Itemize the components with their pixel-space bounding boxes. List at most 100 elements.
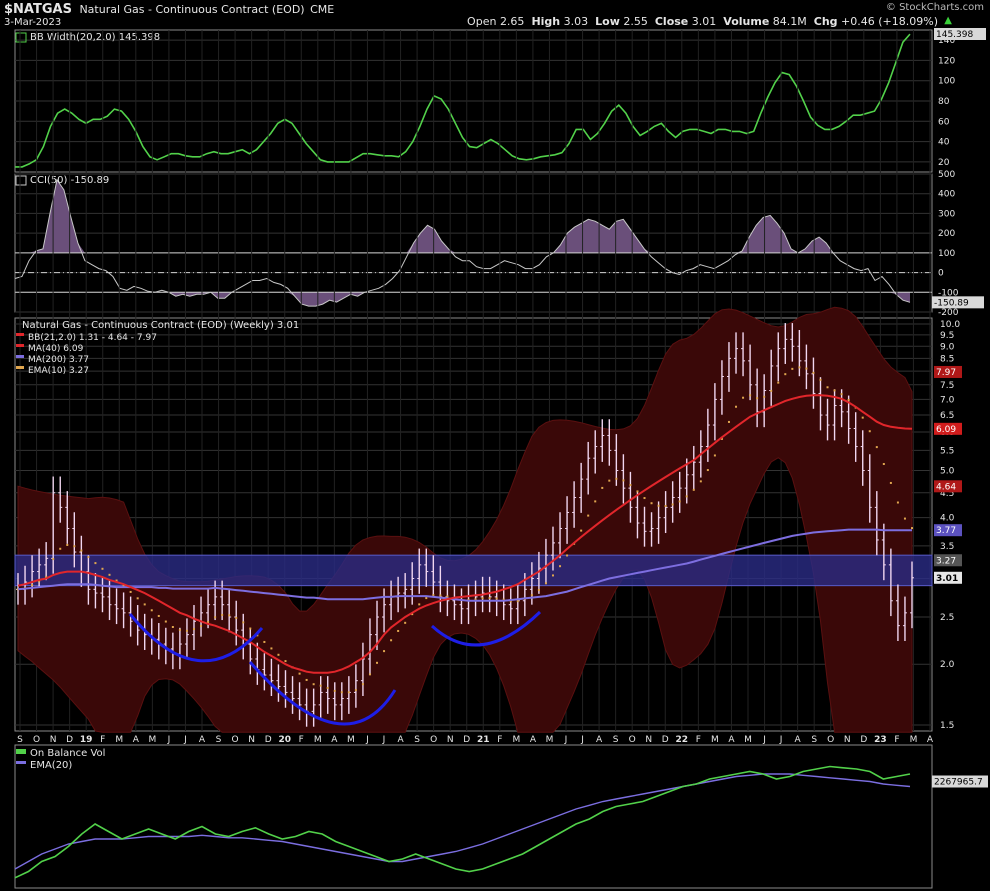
ema10-point <box>404 621 407 624</box>
cci-tick-label: 300 <box>938 209 955 219</box>
ema10-point <box>221 613 224 616</box>
ema10-point <box>383 650 386 653</box>
x-tick-label: M <box>148 735 156 745</box>
ema10-point <box>756 397 759 400</box>
ema10-point <box>333 689 336 692</box>
ema10-point <box>798 366 801 369</box>
x-tick-label: M <box>512 735 520 745</box>
x-tick-label: 21 <box>477 735 490 745</box>
price-legend-label: MA(40) 6.09 <box>28 344 84 354</box>
ema10-point <box>376 661 379 664</box>
ema10-point <box>742 396 745 399</box>
ema10-point <box>164 620 167 623</box>
ema10-point <box>594 500 597 503</box>
price-legend-label: BB(21,2.0) 1.31 - 4.64 - 7.97 <box>28 333 157 343</box>
ema10-point <box>749 394 752 397</box>
price-value-label: 3.77 <box>936 526 956 536</box>
ema10-point <box>840 393 843 396</box>
ema10-point <box>882 463 885 466</box>
ema10-point <box>868 430 871 433</box>
x-tick-label: N <box>645 735 652 745</box>
x-tick-label: D <box>463 735 470 745</box>
ema10-point <box>397 629 400 632</box>
ema10-point <box>305 678 308 681</box>
ema10-point <box>650 502 653 505</box>
price-tick-label: 2.0 <box>940 660 955 670</box>
bbwidth-legend-swatch <box>15 32 27 43</box>
price-value-label: 3.01 <box>936 574 958 584</box>
x-tick-label: N <box>844 735 851 745</box>
price-legend-swatch <box>16 355 24 358</box>
ema10-point <box>418 603 421 606</box>
x-tick-label: D <box>662 735 669 745</box>
ema10-point <box>559 565 562 568</box>
x-tick-label: 23 <box>874 735 887 745</box>
bbwidth-title: BB Width(20,2.0) 145.398 <box>30 32 160 43</box>
ema10-point <box>228 614 231 617</box>
ema10-point <box>713 454 716 457</box>
obv-ema-legend-label: EMA(20) <box>30 760 72 771</box>
ema10-point <box>544 582 547 585</box>
ema10-point <box>587 514 590 517</box>
x-tick-label: M <box>744 735 752 745</box>
ema10-point <box>678 500 681 503</box>
ema10-point <box>622 479 625 482</box>
x-tick-label: O <box>629 735 636 745</box>
x-tick-label: F <box>894 735 899 745</box>
price-tick-label: 10.0 <box>940 320 960 330</box>
ema10-point <box>326 686 329 689</box>
ema10-point <box>911 527 913 530</box>
ema10-point <box>530 594 533 597</box>
x-tick-label: M <box>115 735 123 745</box>
ema10-point <box>763 395 766 398</box>
bbwidth-tick-label: 80 <box>938 97 950 107</box>
ema10-point <box>770 389 773 392</box>
ema10-point <box>664 505 667 508</box>
price-tick-label: 5.5 <box>940 446 954 456</box>
bbwidth-tick-label: 120 <box>938 56 955 66</box>
obv-value-label: 2267965.7 <box>934 778 983 788</box>
price-legend-swatch <box>16 344 24 347</box>
ema10-point <box>340 691 343 694</box>
ema10-point <box>657 504 660 507</box>
ema10-point <box>812 371 815 374</box>
price-tick-label: 9.0 <box>940 342 955 352</box>
x-tick-label: A <box>199 735 206 745</box>
ema10-point <box>516 600 519 603</box>
ema10-point <box>270 647 273 650</box>
x-tick-label: A <box>795 735 802 745</box>
ema10-point <box>136 597 139 600</box>
x-tick-label: N <box>447 735 454 745</box>
price-value-label: 6.09 <box>936 425 956 435</box>
ema10-point <box>354 689 357 692</box>
x-tick-label: 20 <box>278 735 291 745</box>
price-tick-label: 3.5 <box>940 542 954 552</box>
x-tick-label: N <box>248 735 255 745</box>
ema10-point <box>214 616 217 619</box>
ema10-point <box>861 416 864 419</box>
x-tick-label: A <box>927 735 934 745</box>
support-resistance-band <box>14 554 933 587</box>
price-tick-label: 8.5 <box>940 354 954 364</box>
ema10-point <box>143 603 146 606</box>
price-legend-label: EMA(10) 3.27 <box>28 366 89 376</box>
ema10-point <box>80 549 83 552</box>
ema10-point <box>235 616 238 619</box>
ema10-point <box>685 495 688 498</box>
ema10-point <box>580 529 583 532</box>
x-tick-label: F <box>100 735 105 745</box>
x-tick-label: J <box>762 735 766 745</box>
ema10-point <box>833 389 836 392</box>
x-tick-label: A <box>596 735 603 745</box>
ema10-point <box>101 567 104 570</box>
price-tick-label: 7.5 <box>940 381 954 391</box>
price-value-label: 4.64 <box>936 482 956 492</box>
price-tick-label: 7.0 <box>940 395 955 405</box>
ema10-point <box>488 596 491 599</box>
price-title: Natural Gas - Continuous Contract (EOD) … <box>22 320 299 331</box>
ema10-point <box>157 614 160 617</box>
ema10-point <box>481 597 484 600</box>
ema10-point <box>791 367 794 370</box>
obv-legend-swatch <box>16 749 26 754</box>
ema10-point <box>608 479 611 482</box>
